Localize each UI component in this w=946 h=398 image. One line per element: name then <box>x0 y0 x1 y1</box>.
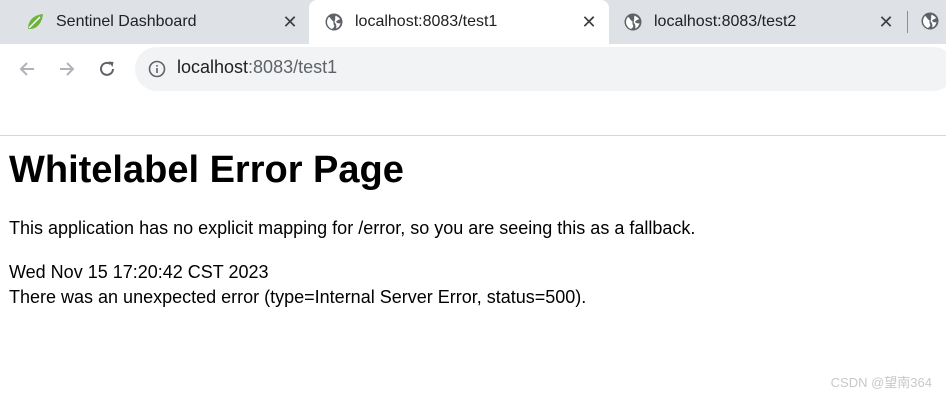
tab-sentinel-dashboard[interactable]: Sentinel Dashboard ✕ <box>0 0 308 44</box>
tab-title: localhost:8083/test1 <box>355 13 498 30</box>
reload-icon <box>100 61 114 76</box>
url-host: localhost <box>177 57 249 77</box>
globe-icon[interactable] <box>921 12 939 30</box>
globe-icon <box>624 13 642 31</box>
globe-icon <box>325 13 343 31</box>
close-tab-icon[interactable]: ✕ <box>580 13 598 31</box>
forward-button[interactable] <box>54 56 80 82</box>
error-description: This application has no explicit mapping… <box>9 218 696 238</box>
info-icon[interactable] <box>148 60 166 78</box>
reload-button[interactable] <box>94 56 120 82</box>
tab-localhost-test2[interactable]: localhost:8083/test2 ✕ <box>610 0 906 44</box>
back-button[interactable] <box>14 56 40 82</box>
page-title: Whitelabel Error Page <box>9 149 404 191</box>
back-arrow-icon <box>19 62 34 76</box>
error-details: Wed Nov 15 17:20:42 CST 2023 There was a… <box>9 260 586 310</box>
address-bar[interactable]: localhost:8083/test1 <box>135 47 946 91</box>
tab-separator <box>907 11 908 33</box>
url-port-path: :8083/test1 <box>248 57 338 77</box>
tab-title: Sentinel Dashboard <box>56 13 197 30</box>
close-tab-icon[interactable]: ✕ <box>877 13 895 31</box>
watermark: CSDN @望南364 <box>830 375 932 390</box>
close-tab-icon[interactable]: ✕ <box>281 13 299 31</box>
page-content: Whitelabel Error Page This application h… <box>9 148 695 307</box>
error-message: There was an unexpected error (type=Inte… <box>9 287 587 307</box>
tab-localhost-test1[interactable]: localhost:8083/test1 ✕ <box>309 0 609 44</box>
tab-title: localhost:8083/test2 <box>654 13 797 30</box>
url-text: localhost:8083/test1 <box>177 57 337 78</box>
error-timestamp: Wed Nov 15 17:20:42 CST 2023 <box>9 262 269 282</box>
tab-strip: Sentinel Dashboard ✕ localhost:8083/test… <box>0 0 946 44</box>
forward-arrow-icon <box>60 62 75 76</box>
spring-leaf-icon <box>26 13 44 31</box>
toolbar-divider <box>0 135 946 136</box>
